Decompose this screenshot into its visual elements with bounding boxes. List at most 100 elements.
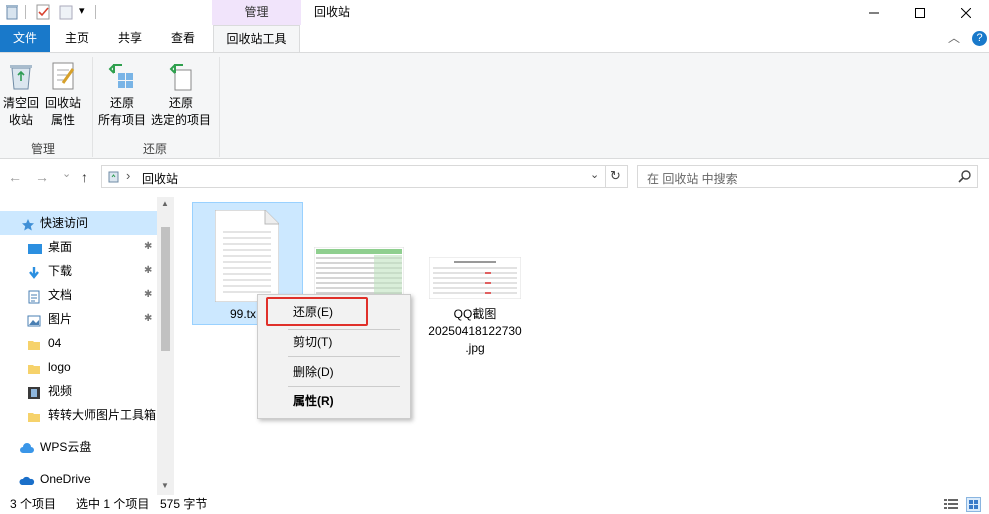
tab-view[interactable]: 查看 [160, 25, 206, 52]
pin-icon[interactable]: ✱ [144, 259, 152, 283]
up-arrow-icon[interactable]: ↑ [81, 169, 88, 185]
scroll-up-icon[interactable]: ▲ [161, 199, 169, 208]
sidebar-scrollbar[interactable]: ▲ ▼ [157, 197, 174, 495]
star-icon [21, 216, 35, 231]
sidebar-item-quick-access[interactable]: 快速访问 [0, 211, 157, 235]
restore-selected-label-2: 选定的项目 [150, 113, 211, 127]
details-view-icon[interactable] [944, 498, 958, 511]
status-size: 575 字节 [160, 497, 208, 511]
status-item-count: 3 个项目 [10, 497, 57, 511]
breadcrumb-recycle-bin[interactable]: 回收站 [142, 170, 178, 187]
sidebar-item-desktop[interactable]: 桌面 ✱ [0, 235, 157, 259]
file-item-qq-screenshot[interactable]: QQ截图 20250418122730 .jpg [420, 255, 530, 363]
menu-item-properties[interactable]: 属性(R) [260, 390, 408, 412]
scroll-thumb[interactable] [161, 227, 170, 351]
file-name-line-1: QQ截图 [453, 307, 497, 321]
window-title: 回收站 [314, 5, 351, 19]
tab-recycle-bin-tools[interactable]: 回收站工具 [213, 25, 300, 53]
back-arrow-icon[interactable]: ← [8, 169, 22, 185]
scroll-down-icon[interactable]: ▼ [161, 481, 169, 490]
minimize-button[interactable] [851, 0, 897, 25]
sidebar-item-label: 图片 [48, 312, 73, 326]
recycle-bin-small-icon [107, 170, 120, 183]
navigation-row: ← → ⌄ ↑ › 回收站 ⌄ ↻ 在 回收站 中搜索 [0, 159, 989, 197]
address-dropdown-icon[interactable]: ⌄ [590, 168, 599, 181]
sidebar-item-label: WPS云盘 [40, 440, 92, 454]
sidebar-item-folder-logo[interactable]: logo [0, 355, 157, 379]
sidebar-item-label: 04 [48, 336, 62, 350]
qat-divider [25, 5, 26, 19]
properties-icon [49, 61, 77, 91]
new-folder-qat-icon[interactable] [59, 4, 73, 20]
file-name-line-3: .jpg [465, 341, 485, 355]
menu-separator [288, 356, 400, 357]
download-icon [27, 264, 41, 279]
sidebar-item-documents[interactable]: 文档 ✱ [0, 283, 157, 307]
group-label-restore: 还原 [142, 142, 167, 156]
recycle-bin-icon [7, 61, 35, 91]
sidebar-item-label: 文档 [48, 288, 73, 302]
qat-customize-chevron[interactable]: ▾ [79, 4, 85, 17]
file-name-line-2: 20250418122730 [428, 324, 522, 338]
search-box[interactable]: 在 回收站 中搜索 [637, 165, 978, 188]
menu-item-delete[interactable]: 删除(D) [260, 361, 408, 383]
refresh-button[interactable]: ↻ [606, 165, 628, 188]
properties-qat-icon[interactable] [36, 4, 50, 20]
restore-all-items-button[interactable]: 还原 所有项目 [96, 61, 148, 129]
sidebar-item-label: OneDrive [40, 472, 91, 486]
large-icons-view-icon[interactable] [966, 497, 981, 512]
forward-arrow-icon[interactable]: → [35, 169, 49, 185]
sidebar-item-folder-04[interactable]: 04 [0, 331, 157, 355]
sidebar-item-onedrive[interactable]: OneDrive [0, 467, 157, 491]
restore-highlight-box [266, 297, 368, 326]
sidebar-item-label: logo [48, 360, 71, 374]
refresh-icon: ↻ [610, 168, 621, 183]
cloud-icon [19, 440, 34, 454]
address-bar[interactable]: › 回收站 ⌄ [101, 165, 606, 188]
folder-icon [27, 360, 41, 374]
sidebar-item-label: 快速访问 [40, 216, 89, 230]
tab-home[interactable]: 主页 [54, 25, 100, 52]
context-tab-header-manage: 管理 [212, 0, 301, 25]
sidebar-item-downloads[interactable]: 下载 ✱ [0, 259, 157, 283]
close-button[interactable] [943, 0, 989, 25]
tab-share[interactable]: 共享 [107, 25, 153, 52]
breadcrumb-separator-icon[interactable]: › [126, 168, 130, 183]
search-input[interactable]: 在 回收站 中搜索 [647, 170, 738, 187]
sidebar-item-pictures[interactable]: 图片 ✱ [0, 307, 157, 331]
pin-icon[interactable]: ✱ [144, 307, 152, 331]
group-label-manage: 管理 [30, 142, 55, 156]
qat-divider [95, 5, 96, 19]
pin-icon[interactable]: ✱ [144, 235, 152, 259]
sidebar-item-videos[interactable]: 视频 [0, 379, 157, 403]
recent-locations-icon[interactable]: ⌄ [62, 167, 71, 180]
status-bar: 3 个项目 选中 1 个项目 575 字节 [0, 495, 989, 514]
maximize-button[interactable] [897, 0, 943, 25]
recycle-bin-properties-button[interactable]: 回收站 属性 [43, 61, 83, 129]
empty-recycle-label-2: 收站 [8, 113, 33, 127]
menu-item-cut[interactable]: 剪切(T) [260, 331, 408, 353]
restore-selected-icon [167, 61, 195, 91]
ribbon-group-divider [219, 57, 220, 157]
ribbon-tab-row: 文件 主页 共享 查看 回收站工具 ︿ ? [0, 25, 989, 53]
ribbon-panel: 清空回 收站 回收站 属性 管理 还原 所有项目 还原 选定的项目 还原 [0, 52, 989, 159]
menu-separator [288, 329, 400, 330]
title-bar: ▾ 管理 回收站 [0, 0, 989, 25]
restore-selected-label-1: 还原 [168, 96, 193, 110]
recycle-props-label-2: 属性 [50, 113, 75, 127]
collapse-ribbon-icon[interactable]: ︿ [944, 25, 964, 52]
folder-icon [27, 408, 41, 422]
recycle-bin-app-icon [5, 4, 19, 20]
search-icon[interactable] [958, 169, 972, 183]
empty-recycle-bin-button[interactable]: 清空回 收站 [2, 61, 40, 129]
file-name-label: 99.tx [230, 307, 257, 321]
restore-selected-items-button[interactable]: 还原 选定的项目 [150, 61, 212, 129]
tab-file[interactable]: 文件 [0, 25, 50, 52]
help-icon[interactable]: ? [972, 31, 987, 46]
sidebar-item-zhuanzhuan-toolbox[interactable]: 转转大师图片工具箱 [0, 403, 157, 427]
empty-recycle-label-1: 清空回 [2, 96, 39, 110]
desktop-icon [27, 240, 42, 254]
pin-icon[interactable]: ✱ [144, 283, 152, 307]
restore-all-label-1: 还原 [109, 96, 134, 110]
sidebar-item-wps-cloud[interactable]: WPS云盘 [0, 435, 157, 459]
